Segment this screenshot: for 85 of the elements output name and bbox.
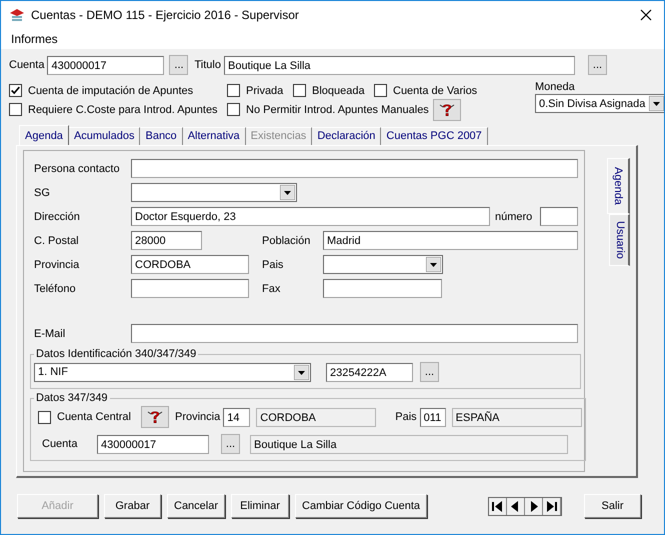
checkbox[interactable] (9, 84, 22, 97)
dropdown-arrow-icon[interactable] (649, 96, 664, 111)
field-label: Fax (262, 282, 282, 294)
field-label: Provincia (34, 258, 80, 270)
checkbox-label: Cuenta de imputación de Apuntes (28, 84, 194, 96)
checkbox[interactable] (9, 103, 22, 116)
question-mark-icon (438, 102, 455, 118)
tab[interactable]: Banco (140, 127, 183, 145)
field-label: SG (34, 186, 51, 198)
action-button[interactable]: Grabar (104, 494, 161, 518)
email-field[interactable] (131, 324, 578, 343)
checkbox[interactable] (293, 84, 306, 97)
field-label: C. Postal (34, 234, 80, 246)
fax-field[interactable] (323, 279, 442, 298)
number-field[interactable] (540, 207, 578, 226)
app-icon (9, 7, 25, 23)
field-label: Cuenta (41, 438, 78, 450)
account-label: Cuenta (9, 59, 44, 71)
currency-dropdown[interactable]: 0.Sin Divisa Asignada (535, 94, 664, 113)
field-label: Pais (394, 411, 418, 423)
country-dropdown[interactable] (323, 255, 443, 274)
action-button[interactable]: Cambiar Código Cuenta (295, 494, 428, 518)
account-code-field[interactable]: 430000017 (97, 434, 209, 454)
dropdown-arrow-icon[interactable] (426, 257, 441, 272)
phone-field[interactable] (131, 279, 249, 298)
currency-label: Moneda (535, 81, 576, 93)
province-field[interactable]: CORDOBA (131, 255, 249, 274)
account-field[interactable]: 430000017 (47, 56, 164, 74)
dropdown-arrow-icon[interactable] (280, 185, 295, 200)
sg-dropdown[interactable] (131, 183, 297, 202)
question-mark-icon (147, 409, 163, 425)
field-label: número (494, 210, 534, 222)
tab[interactable]: Agenda (19, 125, 69, 145)
tab[interactable]: Cuentas PGC 2007 (381, 127, 488, 145)
field-label: E-Mail (34, 328, 66, 340)
checkbox-label: Cuenta Central (57, 411, 131, 423)
checkbox[interactable] (227, 103, 240, 116)
province-name-field[interactable]: CORDOBA (256, 408, 376, 426)
tax-id-field[interactable]: 23254222A (326, 362, 413, 382)
close-icon[interactable] (640, 9, 652, 21)
address-field[interactable]: Doctor Esquerdo, 23 (131, 207, 490, 226)
account-name-field[interactable]: Boutique La Silla (250, 434, 568, 454)
group-title: Datos Identificación 340/347/349 (35, 348, 198, 360)
province-code-field[interactable]: 14 (223, 408, 250, 426)
tab[interactable]: Alternativa (182, 127, 246, 145)
field-label: Pais (262, 258, 284, 270)
field-label: Teléfono (34, 282, 77, 294)
window-title: Cuentas - DEMO 115 - Ejercicio 2016 - Supervisor (31, 8, 300, 22)
help-button[interactable] (141, 406, 169, 428)
title-label: Titulo (194, 59, 221, 71)
browse-button[interactable]: ... (221, 434, 240, 454)
field-label: Persona contacto (34, 162, 121, 174)
browse-button[interactable]: ... (169, 55, 188, 75)
country-name-field[interactable]: ESPAÑA (452, 408, 582, 426)
exit-button[interactable]: Salir (584, 494, 642, 518)
browse-button[interactable]: ... (420, 362, 439, 382)
field-label: Dirección (34, 210, 81, 222)
tab[interactable]: Declaración (312, 127, 382, 145)
country-code-field[interactable]: 011 (420, 408, 446, 426)
checkbox-label: Privada (246, 84, 284, 96)
city-field[interactable]: Madrid (323, 231, 578, 250)
tab[interactable]: Acumulados (68, 127, 140, 145)
postal-code-field[interactable]: 28000 (131, 231, 202, 250)
checkbox-label: Bloqueada (312, 84, 365, 96)
checkbox-label: No Permitir Introd. Apuntes Manuales (246, 104, 429, 116)
checkbox[interactable] (374, 84, 387, 97)
side-tab[interactable]: Usuario (609, 214, 630, 266)
checkbox[interactable] (38, 410, 51, 424)
group-title: Datos 347/349 (35, 392, 109, 404)
checkbox-label: Requiere C.Coste para Introd. Apuntes (28, 104, 218, 116)
checkbox[interactable] (227, 84, 240, 97)
browse-button[interactable]: ... (588, 55, 607, 75)
checkbox-label: Cuenta de Varios (393, 84, 478, 96)
field-label: Población (262, 234, 312, 246)
id-type-dropdown[interactable]: 1. NIF (34, 362, 311, 382)
dropdown-arrow-icon[interactable] (294, 364, 309, 380)
side-tab[interactable]: Agenda (607, 158, 630, 214)
action-button[interactable]: Eliminar (231, 494, 290, 518)
field-label: Provincia (174, 411, 222, 423)
title-field[interactable]: Boutique La Silla (224, 56, 575, 74)
help-button[interactable] (432, 98, 461, 120)
action-button[interactable]: Cancelar (167, 494, 226, 518)
menu-item[interactable]: Informes (11, 32, 58, 46)
contact-person-field[interactable] (131, 159, 578, 178)
first-record-icon[interactable] (489, 498, 508, 514)
